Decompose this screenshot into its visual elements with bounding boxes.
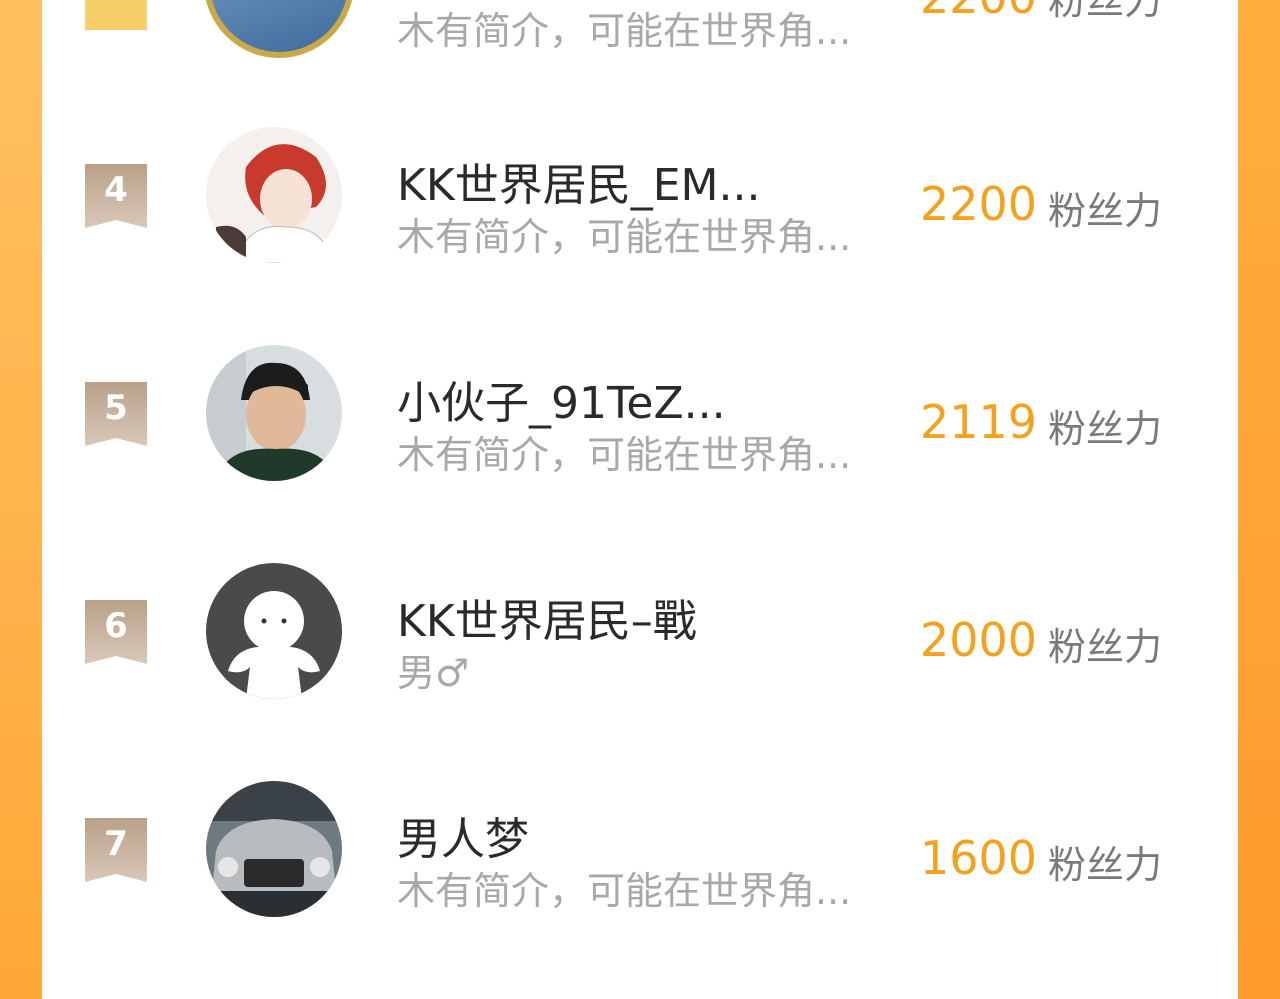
leaderboard-row-partial[interactable]: 木有简介，可能在世界角... 2200 粉丝力 <box>42 0 1238 58</box>
fan-score-unit: 粉丝力 <box>1048 407 1163 451</box>
left-frame <box>0 0 42 999</box>
user-bio: 木有简介，可能在世界角... <box>397 9 852 53</box>
right-frame <box>1238 0 1280 999</box>
user-name[interactable]: KK世界居民_EM... <box>397 149 760 213</box>
user-bio: 木有简介，可能在世界角... <box>397 433 852 477</box>
leaderboard-row[interactable]: 6 KK世界居民–戰 男♂ 2000 粉丝力 <box>42 532 1238 750</box>
leaderboard-row[interactable]: 5 小伙子_91TeZ... 木有简介，可能在世界角... 2119 粉丝力 <box>42 314 1238 532</box>
fan-score: 2119 <box>920 395 1038 449</box>
rank-number: 7 <box>104 824 128 864</box>
default-user-avatar[interactable] <box>206 563 342 699</box>
rank-badge <box>85 0 147 30</box>
fan-score-unit: 粉丝力 <box>1048 0 1163 23</box>
avatar[interactable] <box>204 0 354 58</box>
rank-badge: 6 <box>85 600 147 664</box>
user-bio: 木有简介，可能在世界角... <box>397 215 852 259</box>
fan-score: 2000 <box>920 613 1038 667</box>
fan-score-unit: 粉丝力 <box>1048 189 1163 233</box>
fan-score-unit: 粉丝力 <box>1048 625 1163 669</box>
leaderboard-row[interactable]: 4 KK世界居民_EM... 木有简介，可能在世界角... 2200 粉丝力 <box>42 96 1238 314</box>
fan-score: 1600 <box>920 831 1038 885</box>
user-name[interactable]: 男人梦 <box>397 803 529 867</box>
user-name[interactable]: 小伙子_91TeZ... <box>397 367 726 431</box>
user-bio: 木有简介，可能在世界角... <box>397 869 852 913</box>
young-man-photo-avatar[interactable] <box>206 345 342 481</box>
leaderboard-panel: 木有简介，可能在世界角... 2200 粉丝力 4 KK世界居民_EM... 木… <box>42 0 1238 999</box>
rank-number: 5 <box>104 388 128 428</box>
user-bio: 男♂ <box>397 651 470 695</box>
fan-score: 2200 <box>920 177 1038 231</box>
red-hair-anime-avatar[interactable] <box>206 127 342 263</box>
rank-number: 6 <box>104 606 128 646</box>
user-name[interactable]: KK世界居民–戰 <box>397 585 697 649</box>
rank-badge: 5 <box>85 382 147 446</box>
fan-score: 2200 <box>920 0 1037 24</box>
rank-badge: 4 <box>85 164 147 228</box>
fan-score-unit: 粉丝力 <box>1048 843 1163 887</box>
car-photo-avatar[interactable] <box>206 781 342 917</box>
rank-number: 4 <box>104 170 128 210</box>
leaderboard-row[interactable]: 7 男人梦 木有简介，可能在世界角... 1600 粉丝力 <box>42 750 1238 968</box>
rank-badge: 7 <box>85 818 147 882</box>
